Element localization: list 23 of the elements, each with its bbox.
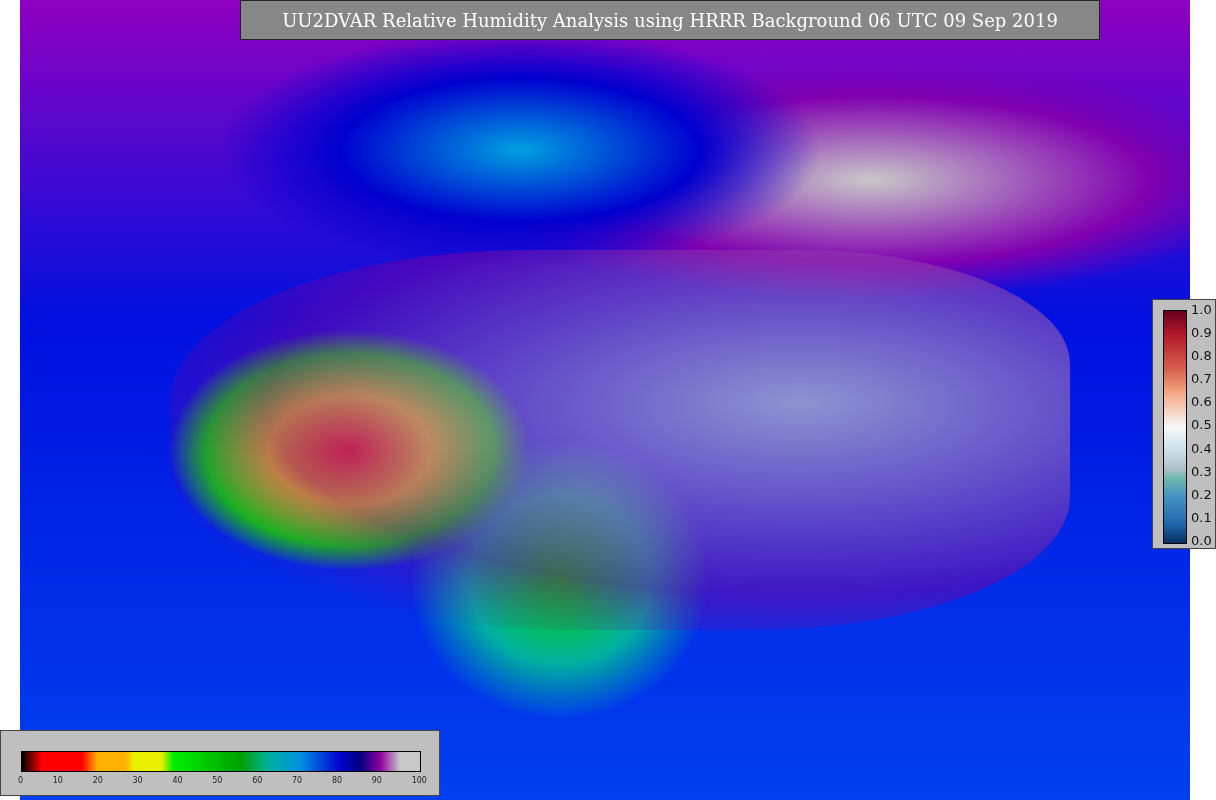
tick-label: 0.7 [1191, 371, 1212, 387]
tick-label: 0.5 [1191, 417, 1212, 433]
tick-label: 0 [18, 776, 24, 785]
tick-label: 60 [252, 776, 263, 785]
tick-label: 30 [132, 776, 143, 785]
tick-label: 10 [52, 776, 63, 785]
tick-label: 0.2 [1191, 486, 1212, 502]
tick-label: 0.3 [1191, 463, 1212, 479]
tick-label: 0.9 [1191, 325, 1212, 341]
tick-label: 0.4 [1191, 440, 1212, 456]
tick-label: 1.0 [1191, 302, 1212, 317]
map-title: UU2DVAR Relative Humidity Analysis using HRRR Background 06 UTC 09 Sep 2019 [240, 0, 1100, 40]
tick-label: 90 [371, 776, 382, 785]
tick-label: 100 [411, 776, 427, 785]
tick-label: 40 [172, 776, 183, 785]
tick-label: 80 [331, 776, 343, 785]
tick-label: 50 [212, 776, 223, 785]
tick-label: 0.0 [1191, 532, 1212, 548]
tick-label: 0.1 [1191, 509, 1212, 525]
tick-label: 0.8 [1191, 348, 1212, 364]
tick-label: 0.6 [1191, 394, 1212, 410]
tick-label: 70 [292, 776, 303, 785]
tick-label: 20 [92, 776, 103, 785]
